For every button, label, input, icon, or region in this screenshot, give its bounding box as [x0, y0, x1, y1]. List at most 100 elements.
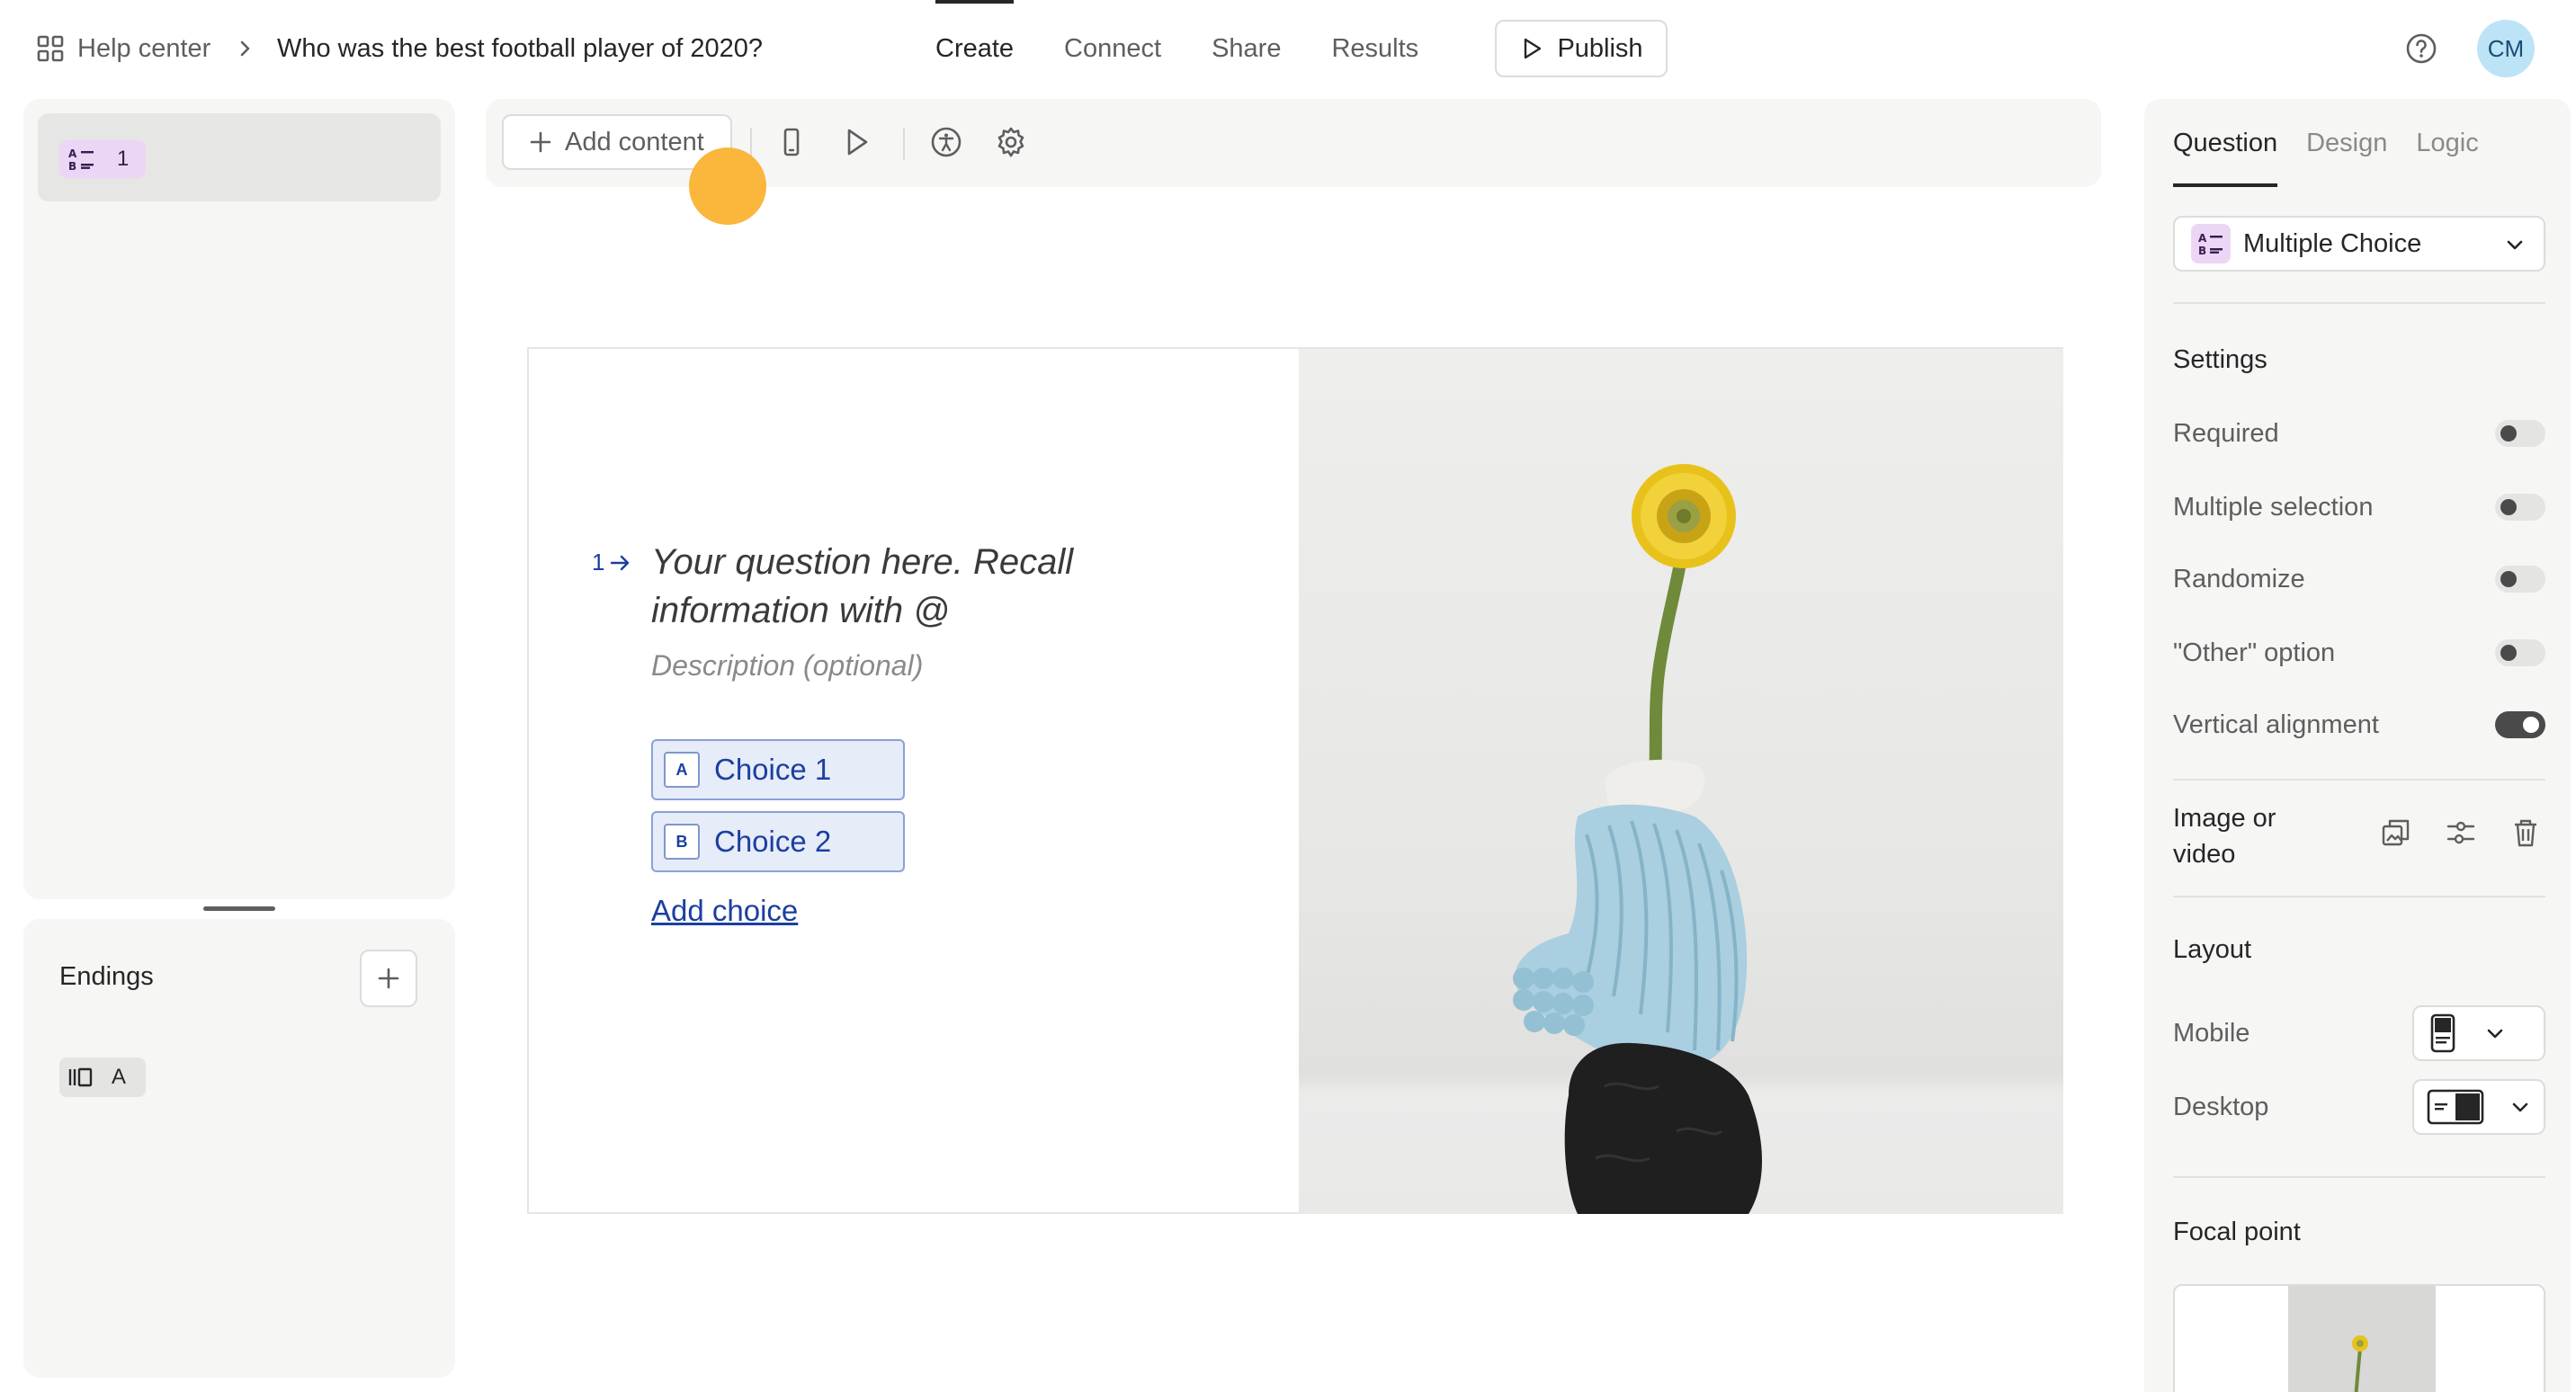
other-option-toggle[interactable]	[2495, 639, 2545, 666]
apps-grid-icon[interactable]	[36, 34, 65, 63]
svg-text:A: A	[68, 147, 77, 160]
chevron-down-icon	[2504, 236, 2526, 254]
focal-point-picker[interactable]	[2173, 1284, 2545, 1392]
setting-other-option: "Other" option	[2173, 635, 2545, 671]
trash-icon[interactable]	[2509, 816, 2542, 849]
image-or-video-label: Image or video	[2173, 804, 2276, 869]
image-adjust-icon[interactable]	[2445, 816, 2477, 849]
top-bar: Help center Who was the best football pl…	[0, 0, 2576, 97]
svg-text:A: A	[2198, 232, 2207, 245]
tab-create[interactable]: Create	[935, 0, 1015, 97]
properties-tabs: Question Design Logic	[2173, 99, 2508, 187]
endings-title: Endings	[59, 962, 154, 991]
panel-resize-handle[interactable]	[203, 906, 275, 911]
layout-desktop-row: Desktop	[2173, 1079, 2545, 1135]
ending-item[interactable]: A	[59, 1057, 146, 1097]
question-text-input[interactable]: Your question here. Recall information w…	[651, 538, 1119, 635]
play-preview-icon[interactable]	[838, 124, 874, 160]
choice-key: B	[664, 824, 700, 860]
main-nav: Create Connect Share Results	[935, 0, 1469, 97]
questions-panel: AB 1	[23, 99, 455, 899]
endings-panel: Endings A	[23, 919, 455, 1378]
setting-multiple-selection: Multiple selection	[2173, 489, 2545, 525]
chevron-right-icon	[236, 38, 254, 59]
add-content-label: Add content	[565, 127, 704, 156]
add-ending-button[interactable]	[360, 950, 417, 1007]
section-divider	[2173, 896, 2545, 897]
play-icon	[1519, 36, 1544, 61]
tab-results[interactable]: Results	[1331, 0, 1418, 97]
setting-label: "Other" option	[2173, 638, 2336, 667]
section-divider	[2173, 1176, 2545, 1178]
tab-share[interactable]: Share	[1212, 0, 1281, 97]
focal-point-preview	[2288, 1286, 2436, 1392]
desktop-layout-icon	[2427, 1087, 2484, 1127]
question-number-label: 1	[592, 549, 631, 576]
chevron-down-icon	[2509, 1098, 2531, 1116]
setting-label: Multiple selection	[2173, 492, 2374, 522]
help-icon[interactable]	[2403, 31, 2439, 67]
tab-connect[interactable]: Connect	[1064, 0, 1161, 97]
layout-title: Layout	[2173, 935, 2252, 964]
user-avatar[interactable]: CM	[2477, 20, 2535, 77]
layout-label: Mobile	[2173, 1018, 2250, 1048]
focal-point-title: Focal point	[2173, 1218, 2301, 1246]
question-type-label: Multiple Choice	[2243, 228, 2422, 258]
multiple-choice-icon: AB	[2191, 224, 2231, 263]
setting-randomize: Randomize	[2173, 561, 2545, 597]
setting-required: Required	[2173, 415, 2545, 451]
form-title[interactable]: Who was the best football player of 2020…	[277, 31, 777, 67]
question-number-text: 1	[592, 549, 605, 576]
ending-icon	[67, 1065, 95, 1090]
choice-label: Choice 2	[714, 825, 832, 858]
question-badge: AB 1	[59, 140, 146, 178]
setting-vertical-alignment: Vertical alignment	[2173, 707, 2545, 743]
desktop-layout-select[interactable]	[2412, 1079, 2545, 1135]
question-description-input[interactable]: Description (optional)	[651, 649, 923, 683]
tab-logic[interactable]: Logic	[2416, 99, 2478, 187]
choice-option[interactable]: B Choice 2	[651, 811, 905, 872]
multiple-choice-icon: AB	[68, 147, 97, 172]
section-divider	[2173, 779, 2545, 781]
question-type-select[interactable]: AB Multiple Choice	[2173, 216, 2545, 272]
setting-label: Vertical alignment	[2173, 709, 2379, 739]
tab-question[interactable]: Question	[2173, 99, 2278, 187]
plus-icon	[376, 966, 401, 991]
accessibility-icon[interactable]	[928, 124, 964, 160]
cursor-indicator	[689, 147, 766, 225]
required-toggle[interactable]	[2495, 420, 2545, 447]
ending-letter: A	[112, 1065, 127, 1089]
question-list-item[interactable]: AB 1	[38, 113, 441, 201]
layout-mobile-row: Mobile	[2173, 1005, 2545, 1061]
settings-title: Settings	[2173, 345, 2267, 374]
toolbar-divider	[903, 128, 905, 160]
question-number: 1	[117, 147, 130, 171]
setting-label: Randomize	[2173, 564, 2305, 593]
tab-design[interactable]: Design	[2306, 99, 2387, 187]
settings-gear-icon[interactable]	[993, 124, 1029, 160]
randomize-toggle[interactable]	[2495, 566, 2545, 593]
svg-text:B: B	[2198, 245, 2206, 256]
mobile-layout-select[interactable]	[2412, 1005, 2545, 1061]
vertical-alignment-toggle[interactable]	[2495, 711, 2545, 738]
plus-icon	[529, 130, 552, 154]
properties-panel: Question Design Logic AB Multiple Choice…	[2144, 99, 2571, 1392]
replace-image-icon[interactable]	[2380, 816, 2412, 849]
mobile-layout-icon	[2427, 1013, 2459, 1053]
svg-text:B: B	[68, 160, 76, 172]
chevron-down-icon	[2484, 1024, 2506, 1042]
choice-key: A	[664, 752, 700, 788]
mobile-preview-icon[interactable]	[774, 124, 809, 160]
section-divider	[2173, 302, 2545, 304]
add-choice-link[interactable]: Add choice	[651, 894, 798, 928]
question-image[interactable]	[1299, 349, 2063, 1214]
arrow-right-icon	[610, 554, 631, 572]
publish-button[interactable]: Publish	[1495, 20, 1668, 77]
publish-label: Publish	[1557, 33, 1643, 63]
breadcrumb-home-link[interactable]: Help center	[77, 31, 210, 67]
question-card: 1 Your question here. Recall information…	[527, 347, 2063, 1214]
choice-option[interactable]: A Choice 1	[651, 739, 905, 800]
multiple-selection-toggle[interactable]	[2495, 494, 2545, 521]
layout-label: Desktop	[2173, 1092, 2269, 1121]
choice-label: Choice 1	[714, 753, 832, 786]
